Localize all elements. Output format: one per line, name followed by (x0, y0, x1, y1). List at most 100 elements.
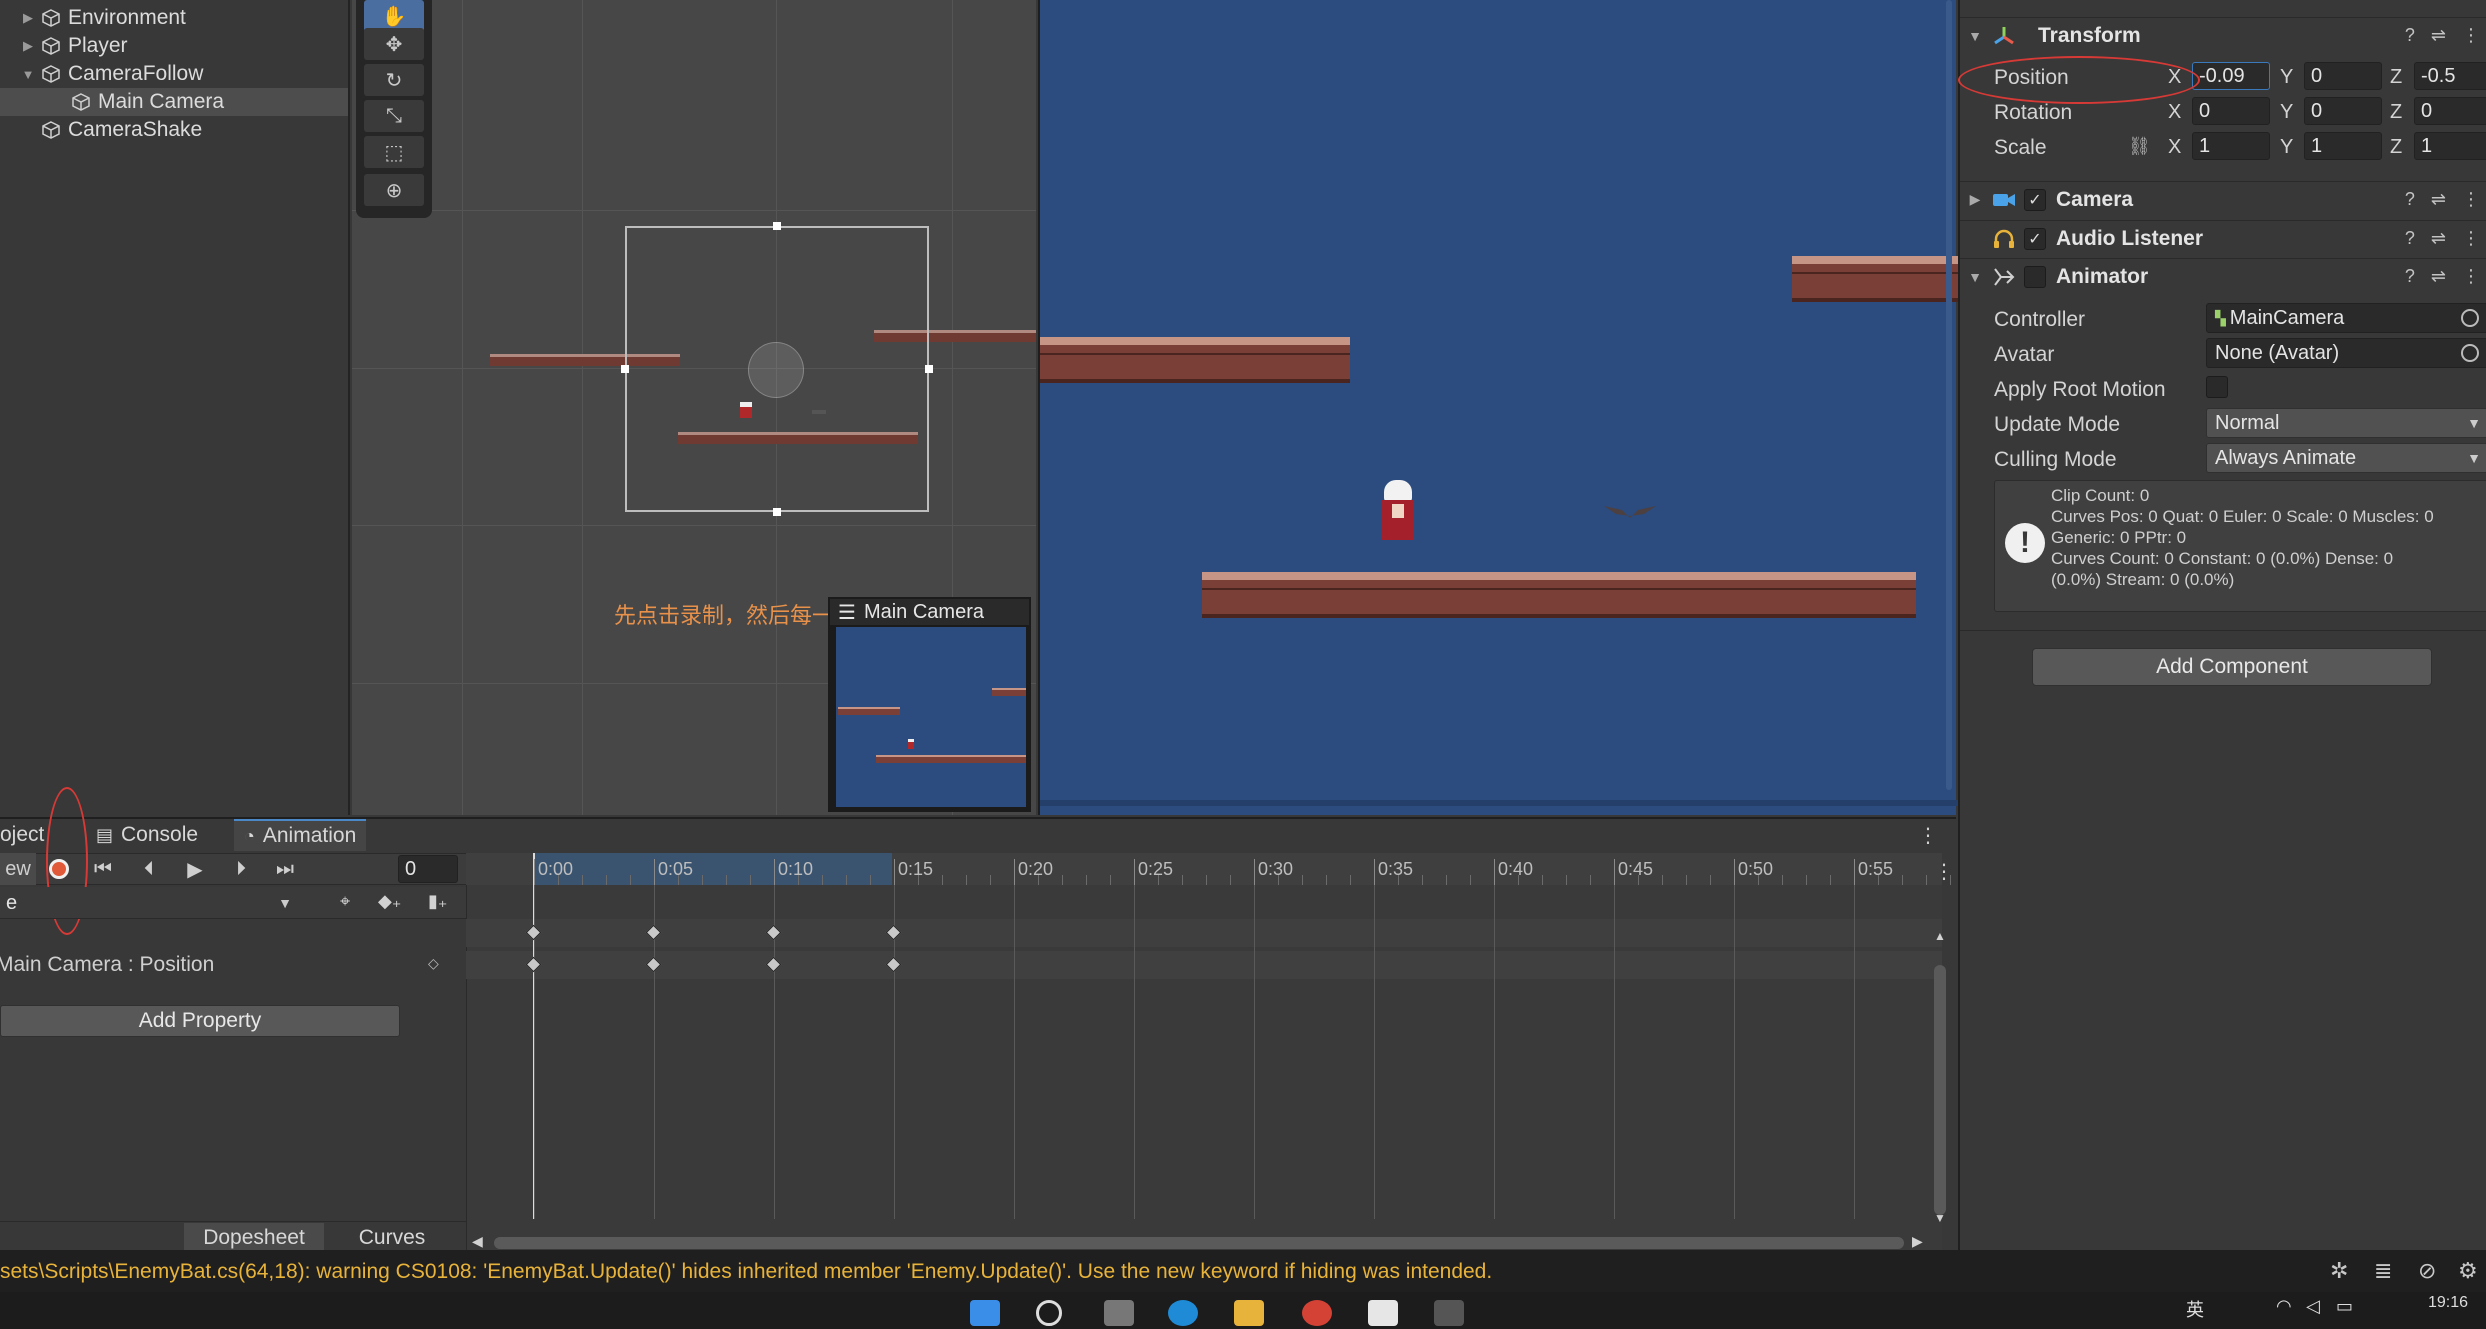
layers-icon[interactable]: ≣ (2374, 1258, 2392, 1284)
rotation-x-field[interactable]: 0 (2192, 97, 2270, 125)
rotation-y-field[interactable]: 0 (2304, 97, 2382, 125)
collapse-arrow-icon[interactable]: ▼ (1960, 28, 1990, 44)
preset-icon[interactable]: ⇌ (2431, 189, 2446, 210)
axis-y-label[interactable]: Y (2280, 66, 2293, 89)
volume-icon[interactable]: ◁ (2306, 1296, 2320, 1317)
more-options-icon[interactable]: ⋮ (1918, 823, 1938, 848)
more-options-icon[interactable]: ⋮ (2462, 25, 2480, 46)
hierarchy-item-main-camera[interactable]: Main Camera (0, 88, 348, 116)
preset-icon[interactable]: ⇌ (2431, 266, 2446, 287)
typora-icon[interactable] (1368, 1300, 1398, 1326)
preset-icon[interactable]: ⇌ (2431, 228, 2446, 249)
timeline-area[interactable] (466, 853, 1942, 1253)
more-options-icon[interactable]: ⋮ (2462, 266, 2480, 287)
constrain-proportions-icon[interactable]: ⛓ (2128, 136, 2151, 157)
windows-start-icon[interactable] (970, 1300, 1000, 1326)
console-warning-message[interactable]: sets\Scripts\EnemyBat.cs(64,18): warning… (0, 1260, 1492, 1284)
keyframe-diamond-icon[interactable]: ◇ (428, 955, 439, 972)
settings-icon[interactable]: ⚙ (2458, 1258, 2478, 1284)
collapse-arrow-icon[interactable]: ▼ (20, 67, 36, 82)
animator-component-header[interactable]: ▼ Animator ? ⇌ ⋮ (1960, 258, 2486, 294)
axis-y-label[interactable]: Y (2280, 136, 2293, 159)
animator-enabled-checkbox[interactable] (2024, 265, 2046, 288)
tab-animation[interactable]: ◔ Animation (234, 819, 367, 851)
hierarchy-item-environment[interactable]: ▶ Environment (0, 4, 348, 32)
collapse-arrow-icon[interactable]: ▼ (1960, 269, 1990, 285)
rotate-tool-button[interactable]: ↻ (364, 64, 424, 96)
debug-icon[interactable]: ✲ (2330, 1258, 2348, 1284)
expand-arrow-icon[interactable]: ▶ (20, 10, 36, 26)
position-y-field[interactable]: 0 (2304, 62, 2382, 90)
controller-field[interactable]: ▚ MainCamera (2206, 303, 2486, 333)
resize-handle[interactable] (621, 365, 629, 373)
chrome-icon[interactable] (1302, 1300, 1332, 1326)
axis-y-label[interactable]: Y (2280, 101, 2293, 124)
camera-component-header[interactable]: ▶ ✓ Camera ? ⇌ ⋮ (1960, 181, 2486, 217)
rotation-label[interactable]: Rotation (1994, 101, 2072, 125)
frame-field[interactable]: 0 (398, 855, 458, 883)
property-row-main-camera-position[interactable]: Main Camera : Position ◇ (0, 951, 466, 979)
add-component-button[interactable]: Add Component (2032, 648, 2432, 686)
scroll-down-icon[interactable]: ▼ (1934, 1211, 1946, 1225)
scroll-left-icon[interactable]: ◀ (472, 1233, 483, 1250)
next-keyframe-button[interactable]: ⏵ (226, 853, 256, 885)
add-keyframe-icon[interactable]: ◆₊ (378, 891, 401, 912)
scale-y-field[interactable]: 1 (2304, 132, 2382, 160)
object-picker-icon[interactable] (2461, 344, 2479, 362)
help-icon[interactable]: ? (2405, 266, 2415, 287)
file-explorer-icon[interactable] (1234, 1300, 1264, 1326)
transform-header[interactable]: ▼ Transform ? ⇌ ⋮ (1960, 17, 2486, 53)
help-icon[interactable]: ? (2405, 25, 2415, 46)
previous-keyframe-button[interactable]: ⏴ (134, 853, 164, 885)
scroll-right-icon[interactable]: ▶ (1912, 1233, 1923, 1250)
expand-arrow-icon[interactable]: ▶ (1960, 191, 1990, 208)
edge-browser-icon[interactable] (1168, 1300, 1198, 1326)
hierarchy-item-camerafollow[interactable]: ▼ CameraFollow (0, 60, 348, 88)
task-view-icon[interactable] (1104, 1300, 1134, 1326)
position-x-field[interactable]: -0.09 (2192, 62, 2270, 90)
battery-icon[interactable]: ▭ (2336, 1296, 2353, 1317)
help-icon[interactable]: ? (2405, 189, 2415, 210)
move-tool-button[interactable]: ✥ (364, 28, 424, 60)
scale-z-field[interactable]: 1 (2414, 132, 2486, 160)
update-mode-dropdown[interactable]: Normal ▼ (2206, 408, 2486, 438)
camera-preview-title-bar[interactable]: ☰ Main Camera (830, 599, 1029, 625)
vertical-scrollbar[interactable] (1946, 0, 1952, 790)
taskbar-language[interactable]: 英 (2186, 1296, 2204, 1322)
resize-handle[interactable] (773, 222, 781, 230)
preset-icon[interactable]: ⇌ (2431, 25, 2446, 46)
position-z-field[interactable]: -0.5 (2414, 62, 2486, 90)
transform-tool-button[interactable]: ⊕ (364, 174, 424, 206)
resize-handle[interactable] (925, 365, 933, 373)
curves-tab[interactable]: Curves (324, 1223, 460, 1253)
scroll-up-icon[interactable]: ▲ (1934, 929, 1946, 943)
camera-enabled-checkbox[interactable]: ✓ (2024, 188, 2046, 211)
apply-root-motion-checkbox[interactable] (2206, 376, 2228, 398)
help-icon[interactable]: ? (2405, 228, 2415, 249)
first-keyframe-button[interactable]: ⏮ (88, 853, 118, 885)
clip-dropdown[interactable]: e ▼ (0, 889, 298, 917)
more-options-icon[interactable]: ⋮ (2462, 189, 2480, 210)
avatar-field[interactable]: None (Avatar) (2206, 338, 2486, 368)
preview-button[interactable]: ew (0, 853, 36, 885)
add-event-icon[interactable]: ▮₊ (428, 891, 447, 912)
search-icon[interactable] (1036, 1300, 1062, 1326)
more-options-icon[interactable]: ⋮ (1934, 859, 1954, 884)
last-keyframe-button[interactable]: ⏭ (270, 853, 300, 885)
wifi-icon[interactable]: ◠ (2276, 1296, 2292, 1317)
game-view[interactable] (1038, 0, 1958, 815)
horizontal-scrollbar[interactable] (494, 1237, 1904, 1249)
add-property-button[interactable]: Add Property (0, 1005, 400, 1037)
expand-arrow-icon[interactable]: ▶ (20, 38, 36, 54)
object-picker-icon[interactable] (2461, 309, 2479, 327)
more-options-icon[interactable]: ⋮ (2462, 228, 2480, 249)
audio-listener-enabled-checkbox[interactable]: ✓ (2024, 227, 2046, 250)
no-bug-icon[interactable]: ⊘ (2418, 1258, 2436, 1284)
scale-x-field[interactable]: 1 (2192, 132, 2270, 160)
vertical-scrollbar[interactable] (1934, 965, 1946, 1215)
hierarchy-item-player[interactable]: ▶ Player (0, 32, 348, 60)
scale-label[interactable]: Scale (1994, 136, 2047, 160)
hierarchy-item-camerashake[interactable]: CameraShake (0, 116, 348, 144)
camera-gizmo-icon[interactable] (748, 342, 804, 398)
rotation-z-field[interactable]: 0 (2414, 97, 2486, 125)
